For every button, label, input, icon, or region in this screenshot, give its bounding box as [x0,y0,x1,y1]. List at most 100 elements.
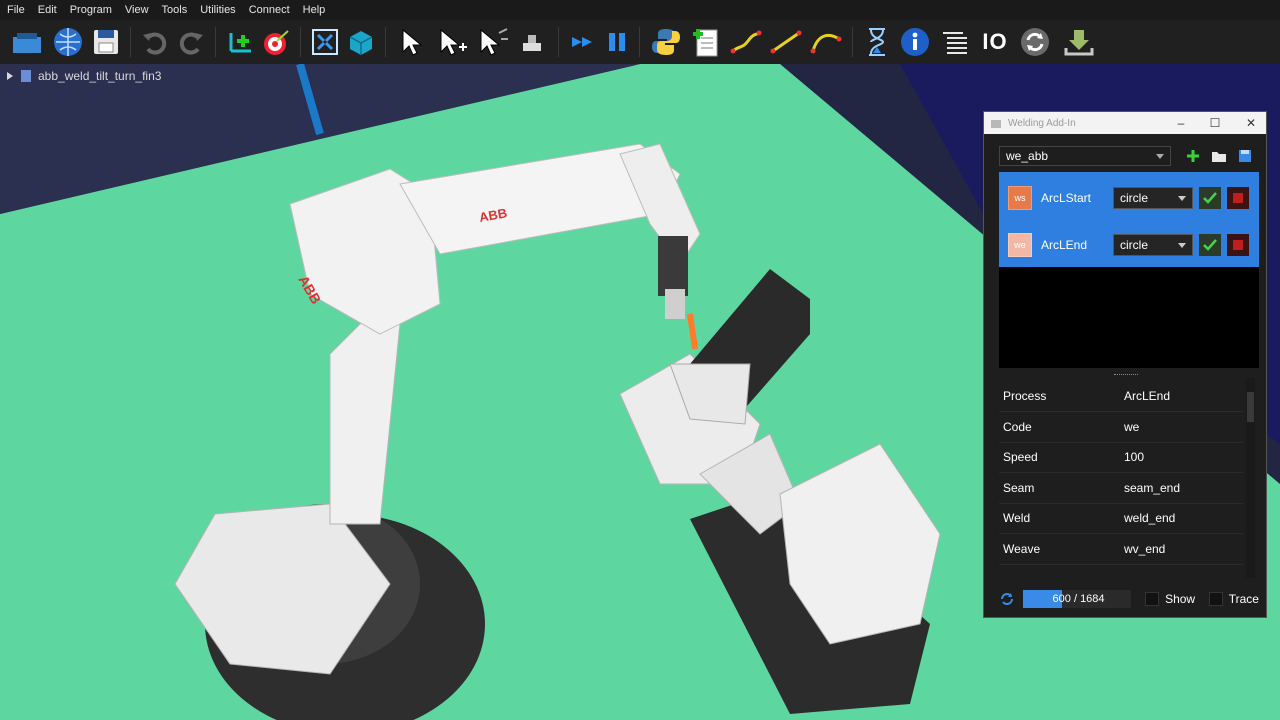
show-label: Show [1165,592,1196,606]
progress-text: 600 / 1684 [1052,593,1105,605]
menu-connect[interactable]: Connect [242,0,296,20]
process-select[interactable]: we_abb [999,146,1171,166]
refresh-icon[interactable] [999,591,1015,607]
process-select-value: we_abb [1006,149,1049,163]
tree-item-label: abb_weld_tilt_turn_fin3 [38,69,162,83]
delete-button[interactable] [1227,234,1249,256]
property-value[interactable]: wv_end [1124,542,1243,556]
property-value[interactable]: seam_end [1124,481,1243,495]
delete-button[interactable] [1227,187,1249,209]
select-add-icon[interactable] [432,22,472,62]
table-row: Code we [999,412,1243,443]
property-key: Process [1003,389,1047,403]
path-3-icon[interactable] [806,22,846,62]
check-icon [1203,239,1217,251]
table-row: Seam seam_end [999,473,1243,504]
redo-icon[interactable] [173,22,209,62]
save-icon[interactable] [1235,146,1255,166]
property-value[interactable]: 100 [1124,450,1243,464]
table-row: Weld weld_end [999,503,1243,534]
toolbar: IO [0,20,1280,64]
motion-type-select[interactable]: circle [1113,187,1193,209]
minimize-icon[interactable]: – [1164,112,1198,134]
undo-icon[interactable] [137,22,173,62]
check-icon [1203,192,1217,204]
select-icon[interactable] [392,22,432,62]
menu-tools[interactable]: Tools [155,0,194,20]
add-icon[interactable] [1183,146,1203,166]
property-value[interactable]: we [1124,420,1243,434]
add-frame-icon[interactable] [222,22,258,62]
panel-title: Welding Add-In [1008,117,1076,129]
motion-type-value: circle [1120,238,1149,252]
table-row: Speed 100 [999,442,1243,473]
panel-titlebar: Welding Add-In – ☐ ✕ [984,112,1266,134]
select-move-icon[interactable] [472,22,512,62]
menu-bar: File Edit Program View Tools Utilities C… [0,0,1280,20]
export-icon[interactable] [1055,22,1103,62]
apply-button[interactable] [1199,187,1221,209]
pause-icon[interactable] [601,22,633,62]
welding-addin-panel: Welding Add-In – ☐ ✕ we_abb ws ArcLStart… [983,111,1267,618]
motion-type-select[interactable]: circle [1113,234,1193,256]
table-row: Weave wv_end [999,534,1243,565]
instruction-badge: we [1008,233,1032,257]
instruction-list[interactable]: ws ArcLStart circle we ArcLEnd circle [999,172,1259,368]
property-value[interactable]: weld_end [1124,511,1243,525]
place-icon[interactable] [512,22,552,62]
python-icon[interactable] [646,22,686,62]
trace-label: Trace [1228,592,1259,606]
info-icon[interactable] [895,22,935,62]
globe-icon[interactable] [48,22,88,62]
io-icon[interactable]: IO [975,22,1015,62]
trace-checkbox[interactable] [1209,592,1223,606]
menu-file[interactable]: File [0,0,31,20]
io-label: IO [982,29,1008,54]
menu-edit[interactable]: Edit [31,0,63,20]
properties-scrollbar[interactable] [1246,378,1255,578]
process-row: we_abb [999,144,1255,168]
property-key: Weld [1003,511,1031,525]
chevron-down-icon [1156,153,1164,159]
apply-button[interactable] [1199,234,1221,256]
list-item[interactable]: ws ArcLStart circle [999,178,1259,218]
instruction-badge: ws [1008,186,1032,210]
app-icon [991,120,1001,128]
scrollbar-thumb[interactable] [1247,392,1254,422]
property-key: Weave [1003,542,1041,556]
open-folder-icon[interactable] [1209,146,1229,166]
new-program-icon[interactable] [686,22,726,62]
stop-icon [1233,240,1243,250]
cube-icon[interactable] [343,22,379,62]
list-icon[interactable] [935,22,975,62]
menu-utilities[interactable]: Utilities [193,0,241,20]
run-icon[interactable] [565,22,601,62]
playback-bar: 600 / 1684 Show Trace [999,588,1259,610]
save-icon[interactable] [88,22,124,62]
hourglass-icon[interactable] [859,22,895,62]
path-1-icon[interactable] [726,22,766,62]
table-row: Process ArcLEnd [999,381,1243,412]
station-tree[interactable]: abb_weld_tilt_turn_fin3 [6,69,161,83]
progress-slider[interactable]: 600 / 1684 [1022,590,1132,608]
close-icon[interactable]: ✕ [1234,112,1268,134]
properties-table: Process ArcLEnd Code we Speed 100 Seam s… [999,378,1255,578]
path-2-icon[interactable] [766,22,806,62]
show-checkbox[interactable] [1145,592,1160,606]
menu-view[interactable]: View [118,0,155,20]
expand-arrow-icon[interactable] [6,71,14,81]
menu-help[interactable]: Help [296,0,332,20]
station-file-icon [21,70,31,82]
chevron-down-icon [1178,242,1186,248]
chevron-down-icon [1178,195,1186,201]
sync-icon[interactable] [1015,22,1055,62]
target-icon[interactable] [258,22,294,62]
stop-icon [1233,193,1243,203]
maximize-icon[interactable]: ☐ [1198,112,1232,134]
motion-type-value: circle [1120,191,1149,205]
list-item[interactable]: we ArcLEnd circle [999,225,1259,265]
menu-program[interactable]: Program [63,0,118,20]
property-value[interactable]: ArcLEnd [1124,389,1243,403]
fit-view-icon[interactable] [307,22,343,62]
open-station-icon[interactable] [8,22,48,62]
